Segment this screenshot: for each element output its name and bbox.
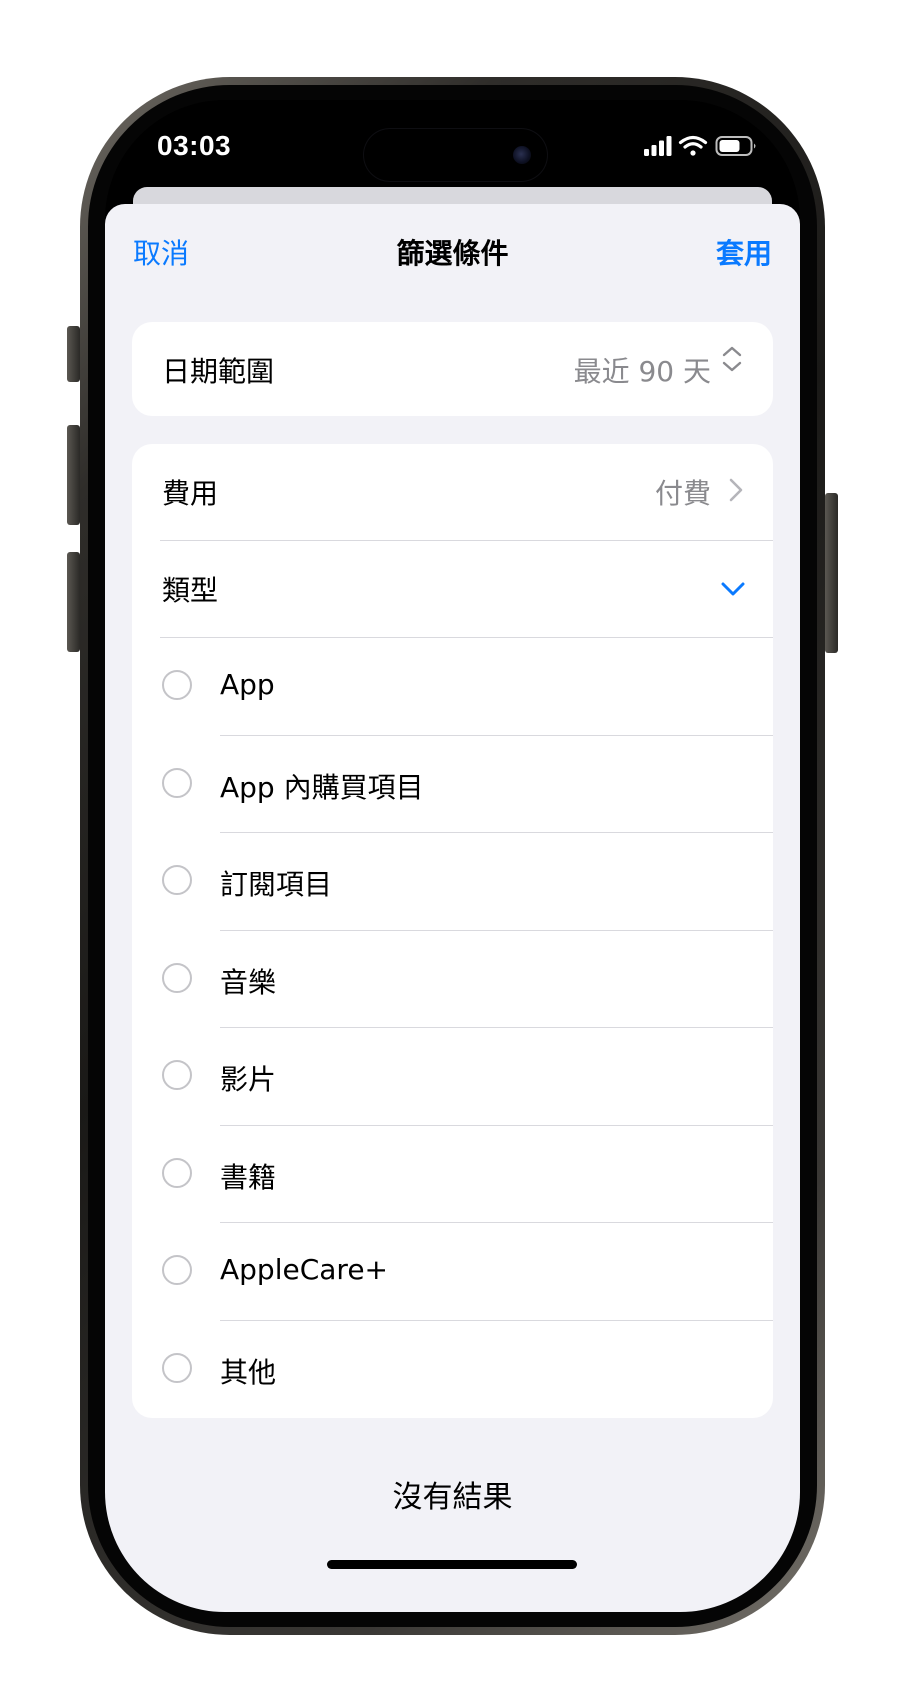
power-button (825, 493, 838, 653)
radio-button[interactable] (162, 670, 192, 700)
type-option-label: 書籍 (220, 1161, 277, 1194)
type-option-row[interactable]: 影片 (132, 1028, 773, 1124)
type-option-row[interactable]: 音樂 (132, 931, 773, 1027)
chevron-down-icon (721, 581, 745, 597)
battery-icon (715, 136, 756, 156)
type-option-row[interactable]: App 內購買項目 (132, 736, 773, 832)
home-indicator[interactable] (327, 1560, 577, 1569)
type-option-label: App (220, 668, 275, 701)
cancel-button[interactable]: 取消 (133, 232, 189, 272)
type-option-label: App 內購買項目 (220, 771, 424, 804)
date-range-label: 日期範圍 (162, 355, 275, 388)
page: 03:03 篩選條件 取消 套用 日期範圍 最近 90 天 費用 付費 類型 A… (0, 0, 900, 1701)
apply-button[interactable]: 套用 (716, 232, 772, 272)
volume-up-button (67, 425, 80, 525)
radio-button[interactable] (162, 865, 192, 895)
type-label: 類型 (162, 574, 219, 607)
front-camera (513, 146, 531, 164)
type-option-row[interactable]: 其他 (132, 1321, 773, 1417)
cost-row[interactable]: 費用 付費 (132, 444, 773, 540)
filters-card: 費用 付費 類型 App App 內購買項目 訂閱項目 音樂 影片 書籍 App… (132, 444, 773, 1418)
date-range-value: 最近 90 天 (573, 355, 711, 388)
radio-button[interactable] (162, 1255, 192, 1285)
type-option-label: 影片 (220, 1063, 277, 1096)
type-option-label: 音樂 (220, 966, 277, 999)
date-range-card: 日期範圍 最近 90 天 (132, 322, 773, 416)
type-option-row[interactable]: 訂閱項目 (132, 833, 773, 929)
radio-button[interactable] (162, 1353, 192, 1383)
status-bar: 03:03 (105, 100, 800, 195)
status-icons (644, 134, 760, 158)
radio-button[interactable] (162, 1060, 192, 1090)
screen: 03:03 篩選條件 取消 套用 日期範圍 最近 90 天 費用 付費 類型 A… (105, 100, 800, 1612)
type-option-label: 其他 (220, 1356, 277, 1389)
cellular-signal-icon (644, 136, 672, 156)
chevron-up-down-icon (721, 346, 743, 372)
type-option-label: AppleCare+ (220, 1253, 388, 1286)
date-range-row[interactable]: 日期範圍 最近 90 天 (132, 322, 773, 416)
type-option-row[interactable]: App (132, 638, 773, 734)
cost-value: 付費 (654, 477, 711, 510)
type-option-row[interactable]: AppleCare+ (132, 1223, 773, 1319)
radio-button[interactable] (162, 768, 192, 798)
sheet-title: 篩選條件 (396, 237, 509, 270)
radio-button[interactable] (162, 1158, 192, 1188)
status-time: 03:03 (157, 130, 232, 161)
radio-button[interactable] (162, 963, 192, 993)
no-results-text: 沒有結果 (392, 1480, 513, 1515)
filter-sheet: 篩選條件 取消 套用 日期範圍 最近 90 天 費用 付費 類型 App App… (105, 204, 800, 1612)
cost-label: 費用 (162, 477, 219, 510)
action-button (67, 326, 80, 382)
type-option-row[interactable]: 書籍 (132, 1126, 773, 1222)
nav-bar: 篩選條件 取消 套用 (105, 204, 800, 296)
type-row[interactable]: 類型 (132, 541, 773, 637)
chevron-right-icon (729, 478, 743, 502)
type-option-label: 訂閱項目 (220, 868, 333, 901)
wifi-icon (678, 135, 708, 156)
volume-down-button (67, 552, 80, 652)
